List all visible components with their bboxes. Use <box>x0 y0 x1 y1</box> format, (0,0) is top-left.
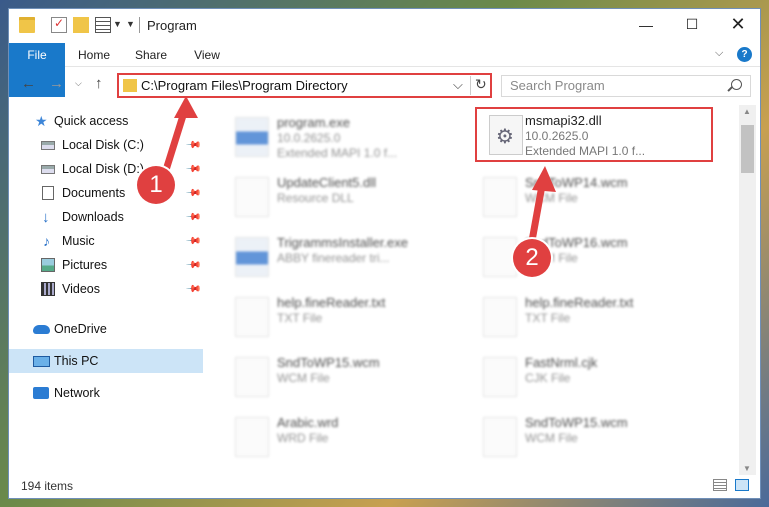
pictures-icon <box>41 258 55 272</box>
file-list: program.exe 10.0.2625.0 Extended MAPI 1.… <box>215 105 739 475</box>
explorer-window: ▼ ▼ Program — ☐ ✕ File Home Share View ⌵… <box>8 8 761 499</box>
file-item[interactable]: help.fineReader.txt TXT File <box>215 289 455 343</box>
file-icon <box>483 297 517 337</box>
address-divider <box>470 76 471 95</box>
star-icon: ★ <box>35 112 48 129</box>
file-icon <box>235 417 269 457</box>
maximize-button[interactable]: ☐ <box>669 9 715 40</box>
sidebar-item-network[interactable]: Network <box>9 381 203 405</box>
file-icon <box>235 177 269 217</box>
forward-arrow-icon[interactable]: → <box>49 75 64 92</box>
sidebar-item-music[interactable]: ♪ Music 📌 <box>9 229 203 253</box>
file-icon <box>483 417 517 457</box>
navigation-bar: ← → ⌵ ↑ C:\Program Files\Program Directo… <box>9 69 760 101</box>
search-input[interactable]: Search Program <box>501 75 751 97</box>
sidebar-item-pictures[interactable]: Pictures 📌 <box>9 253 203 277</box>
minimize-button[interactable]: — <box>623 9 669 40</box>
computer-icon <box>33 355 50 367</box>
navigation-pane: ★ Quick access Local Disk (C:) 📌 Local D… <box>9 105 203 475</box>
sidebar-item-onedrive[interactable]: OneDrive <box>9 317 203 341</box>
help-icon[interactable]: ? <box>737 47 752 62</box>
address-dropdown-icon[interactable]: ⌵ <box>453 77 463 93</box>
file-icon <box>235 297 269 337</box>
file-item-selected[interactable]: msmapi32.dll 10.0.2625.0 Extended MAPI 1… <box>475 107 713 162</box>
title-bar: ▼ ▼ Program — ☐ ✕ <box>9 9 760 40</box>
new-folder-icon[interactable] <box>73 17 89 33</box>
sidebar-item-quick-access[interactable]: ★ Quick access <box>9 109 203 133</box>
search-icon[interactable] <box>731 79 742 90</box>
file-icon <box>483 237 517 277</box>
folder-icon[interactable] <box>19 17 35 33</box>
sidebar-item-this-pc[interactable]: This PC <box>9 349 203 373</box>
close-button[interactable]: ✕ <box>715 9 761 40</box>
pin-icon[interactable]: 📌 <box>185 281 202 298</box>
address-path[interactable]: C:\Program Files\Program Directory <box>141 78 348 93</box>
pin-icon[interactable]: 📌 <box>185 185 202 202</box>
item-count: 194 items <box>21 479 74 493</box>
documents-icon <box>42 186 54 200</box>
drive-icon <box>41 164 55 174</box>
view-icon[interactable] <box>95 17 111 33</box>
file-item[interactable]: help.fineReader.txt TXT File <box>463 289 703 343</box>
dll-file-icon <box>489 115 523 155</box>
customize-toolbar-icon[interactable]: ▼ <box>126 19 135 29</box>
chevron-down-icon[interactable]: ▼ <box>113 19 122 29</box>
properties-icon[interactable] <box>51 16 67 33</box>
pin-icon[interactable]: 📌 <box>185 161 202 178</box>
ribbon-tabs: File Home Share View ⌵ ? <box>9 43 760 97</box>
sidebar-item-local-disk-d[interactable]: Local Disk (D:) 📌 <box>9 157 203 181</box>
scroll-thumb[interactable] <box>741 125 754 173</box>
file-item[interactable]: Arabic.wrd WRD File <box>215 409 455 463</box>
file-icon <box>483 177 517 217</box>
large-icons-view-icon[interactable] <box>735 479 749 491</box>
window-title: Program <box>147 18 197 33</box>
callout-1: 1 <box>137 166 175 204</box>
scroll-up-icon[interactable]: ▲ <box>743 107 751 116</box>
download-icon: ↓ <box>42 208 50 226</box>
file-item[interactable]: FastNrml.cjk CJK File <box>463 349 703 403</box>
pin-icon[interactable]: 📌 <box>185 233 202 250</box>
file-item[interactable]: SndToWP16.wcm WCM File <box>463 229 703 283</box>
expand-ribbon-icon[interactable]: ⌵ <box>715 47 723 60</box>
file-item[interactable]: TrigrammsInstaller.exe ABBY finereader t… <box>215 229 455 283</box>
exe-file-icon <box>235 117 269 157</box>
tab-share[interactable]: Share <box>129 43 173 67</box>
sidebar-item-local-disk-c[interactable]: Local Disk (C:) 📌 <box>9 133 203 157</box>
file-icon <box>235 357 269 397</box>
tab-home[interactable]: Home <box>69 43 119 67</box>
up-arrow-icon[interactable]: ↑ <box>95 75 103 92</box>
recent-locations-icon[interactable]: ⌵ <box>75 78 82 89</box>
file-item[interactable]: SndToWP15.wcm WCM File <box>215 349 455 403</box>
refresh-icon[interactable]: ↻ <box>475 76 487 93</box>
vertical-scrollbar[interactable]: ▲ ▼ <box>739 105 756 475</box>
file-item[interactable]: UpdateClient5.dll Resource DLL <box>215 169 455 223</box>
file-item[interactable]: SndToWP14.wcm WCM File <box>463 169 703 223</box>
title-divider <box>139 17 140 33</box>
drive-icon <box>41 140 55 150</box>
pin-icon[interactable]: 📌 <box>185 137 202 154</box>
folder-icon <box>123 79 137 92</box>
music-icon: ♪ <box>43 233 50 249</box>
pin-icon[interactable]: 📌 <box>185 209 202 226</box>
address-bar[interactable]: C:\Program Files\Program Directory ⌵ ↻ <box>117 73 492 98</box>
videos-icon <box>41 282 55 296</box>
file-item[interactable]: program.exe 10.0.2625.0 Extended MAPI 1.… <box>215 109 455 163</box>
cloud-icon <box>33 324 50 334</box>
search-placeholder: Search Program <box>510 78 605 93</box>
network-icon <box>33 387 49 399</box>
sidebar-item-downloads[interactable]: ↓ Downloads 📌 <box>9 205 203 229</box>
back-arrow-icon[interactable]: ← <box>21 75 36 92</box>
file-item[interactable]: SndToWP15.wcm WCM File <box>463 409 703 463</box>
file-icon <box>483 357 517 397</box>
tab-view[interactable]: View <box>185 43 229 67</box>
callout-2: 2 <box>513 239 551 277</box>
exe-file-icon <box>235 237 269 277</box>
scroll-down-icon[interactable]: ▼ <box>743 464 751 473</box>
details-view-icon[interactable] <box>713 479 727 491</box>
pin-icon[interactable]: 📌 <box>185 257 202 274</box>
sidebar-item-videos[interactable]: Videos 📌 <box>9 277 203 301</box>
